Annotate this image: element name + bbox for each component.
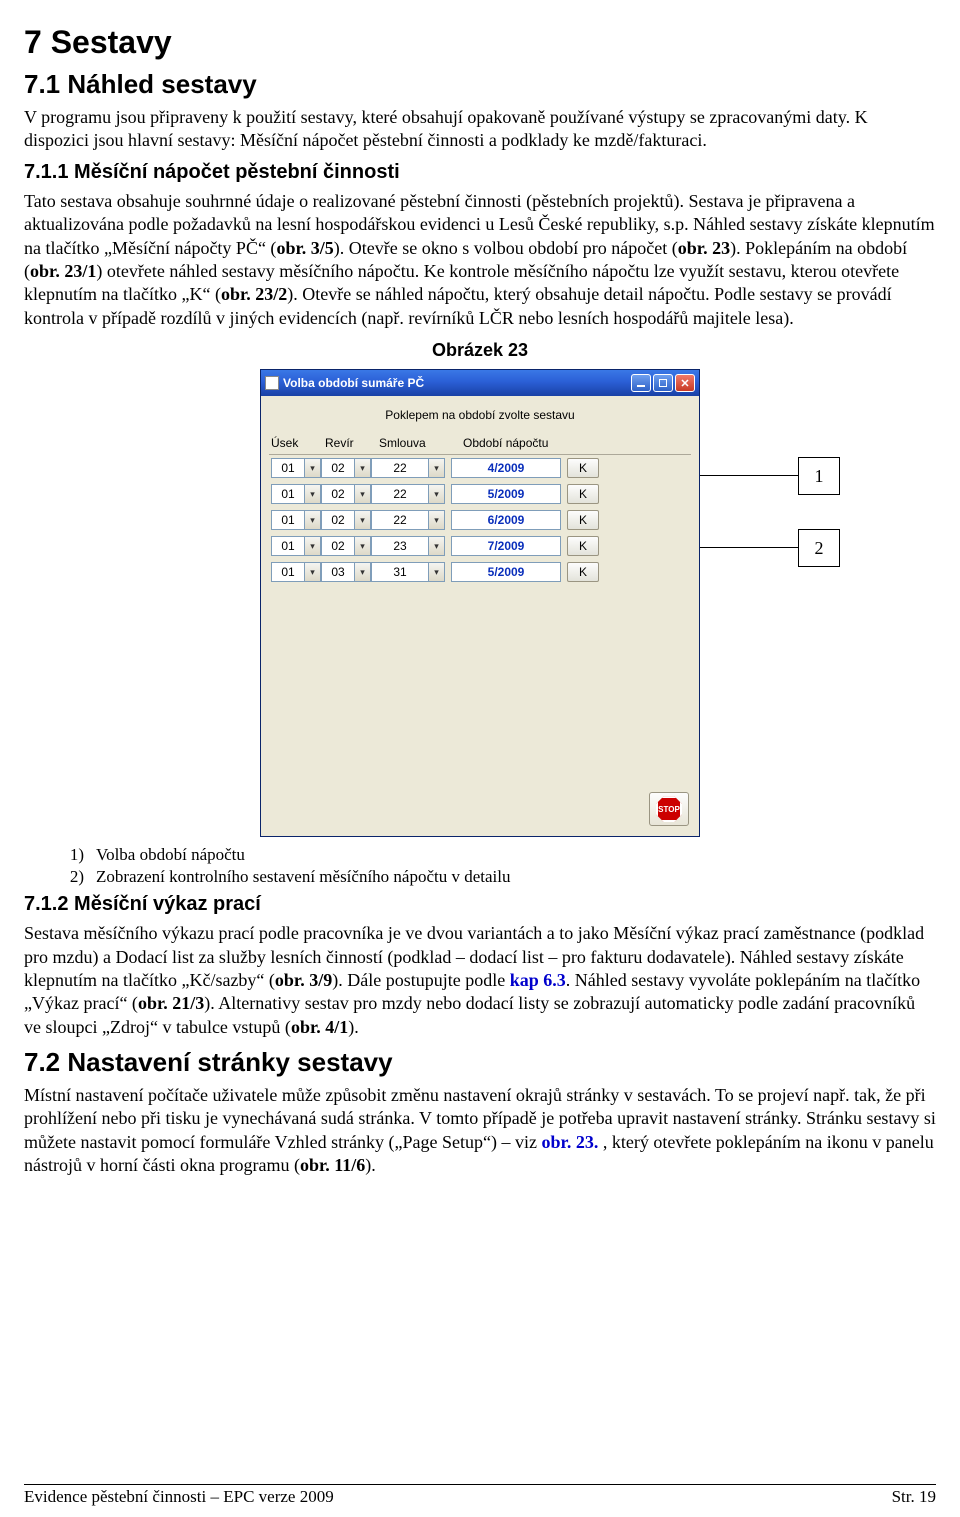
text: ). Dále postupujte podle (332, 970, 509, 990)
paragraph: Místní nastavení počítače uživatele může… (24, 1084, 936, 1178)
chevron-down-icon: ▾ (355, 536, 371, 556)
smlouva-dropdown[interactable]: 22▾ (371, 484, 445, 504)
chevron-down-icon: ▾ (305, 562, 321, 582)
ref-obr-11-6: obr. 11/6 (300, 1155, 365, 1175)
chevron-down-icon: ▾ (305, 510, 321, 530)
callout-line-1 (700, 475, 798, 476)
paragraph: V programu jsou připraveny k použití ses… (24, 106, 936, 153)
period-cell[interactable]: 6/2009 (451, 510, 561, 530)
page-footer: Evidence pěstební činnosti – EPC verze 2… (24, 1484, 936, 1507)
chevron-down-icon: ▾ (429, 562, 445, 582)
header-usek: Úsek (271, 436, 325, 450)
chevron-down-icon: ▾ (429, 510, 445, 530)
smlouva-dropdown[interactable]: 23▾ (371, 536, 445, 556)
dialog-window: Volba období sumáře PČ ✕ Poklepem na obd… (260, 369, 700, 837)
usek-dropdown[interactable]: 01▾ (271, 510, 321, 530)
header-revir: Revír (325, 436, 379, 450)
legend-num-2: 2) (60, 867, 84, 887)
callout-2: 2 (798, 529, 840, 567)
ref-obr-4-1: obr. 4/1 (291, 1017, 348, 1037)
ref-obr-3-5: obr. 3/5 (276, 238, 333, 258)
window-titlebar[interactable]: Volba období sumáře PČ ✕ (261, 370, 699, 396)
grid-headers: Úsek Revír Smlouva Období nápočtu (269, 436, 691, 455)
period-cell[interactable]: 7/2009 (451, 536, 561, 556)
minimize-button[interactable] (631, 374, 651, 392)
chevron-down-icon: ▾ (305, 536, 321, 556)
chevron-down-icon: ▾ (305, 458, 321, 478)
text: ). (365, 1155, 376, 1175)
ref-obr-3-9: obr. 3/9 (275, 970, 332, 990)
figure-caption: Obrázek 23 (24, 340, 936, 361)
figure-legend: 1) Volba období nápočtu 2) Zobrazení kon… (60, 845, 936, 887)
usek-dropdown[interactable]: 01▾ (271, 536, 321, 556)
chevron-down-icon: ▾ (355, 510, 371, 530)
heading-2: 7.1 Náhled sestavy (24, 69, 936, 100)
text: ). Otevře se okno s volbou období pro ná… (334, 238, 678, 258)
stop-button[interactable]: STOP (649, 792, 689, 826)
ref-obr-21-3: obr. 21/3 (138, 993, 204, 1013)
footer-right: Str. 19 (892, 1487, 936, 1507)
heading-2: 7.2 Nastavení stránky sestavy (24, 1047, 936, 1078)
k-button[interactable]: K (567, 458, 599, 478)
grid-row: 01▾02▾22▾ 6/2009 K (269, 507, 691, 533)
legend-text-2: Zobrazení kontrolního sestavení měsíčníh… (96, 867, 511, 887)
usek-dropdown[interactable]: 01▾ (271, 484, 321, 504)
heading-3: 7.1.2 Měsíční výkaz prací (24, 893, 936, 916)
legend-text-1: Volba období nápočtu (96, 845, 245, 865)
heading-1: 7 Sestavy (24, 24, 936, 61)
smlouva-dropdown[interactable]: 22▾ (371, 458, 445, 478)
stop-icon: STOP (656, 796, 682, 822)
grid-rows: 01▾02▾22▾4/2009K01▾02▾22▾5/2009K01▾02▾22… (269, 455, 691, 585)
revir-dropdown[interactable]: 03▾ (321, 562, 371, 582)
close-button[interactable]: ✕ (675, 374, 695, 392)
grid-row: 01▾02▾22▾ 5/2009 K (269, 481, 691, 507)
grid-row: 01▾02▾22▾ 4/2009 K (269, 455, 691, 481)
period-cell[interactable]: 4/2009 (451, 458, 561, 478)
callout-1: 1 (798, 457, 840, 495)
callout-line-2 (700, 547, 798, 548)
chevron-down-icon: ▾ (429, 536, 445, 556)
header-smlouva: Smlouva (379, 436, 457, 450)
revir-dropdown[interactable]: 02▾ (321, 458, 371, 478)
k-button[interactable]: K (567, 562, 599, 582)
chevron-down-icon: ▾ (355, 458, 371, 478)
k-button[interactable]: K (567, 510, 599, 530)
ref-kap-6-3[interactable]: kap 6.3 (510, 970, 566, 990)
chevron-down-icon: ▾ (355, 484, 371, 504)
window-icon (265, 376, 279, 390)
text: ). (348, 1017, 359, 1037)
grid-row: 01▾03▾31▾ 5/2009 K (269, 559, 691, 585)
heading-3: 7.1.1 Měsíční nápočet pěstební činnosti (24, 161, 936, 184)
window-title: Volba období sumáře PČ (265, 376, 631, 390)
revir-dropdown[interactable]: 02▾ (321, 536, 371, 556)
revir-dropdown[interactable]: 02▾ (321, 484, 371, 504)
usek-dropdown[interactable]: 01▾ (271, 458, 321, 478)
k-button[interactable]: K (567, 536, 599, 556)
k-button[interactable]: K (567, 484, 599, 504)
chevron-down-icon: ▾ (355, 562, 371, 582)
revir-dropdown[interactable]: 02▾ (321, 510, 371, 530)
maximize-button[interactable] (653, 374, 673, 392)
footer-left: Evidence pěstební činnosti – EPC verze 2… (24, 1487, 334, 1507)
header-obdobi: Období nápočtu (457, 436, 571, 450)
period-cell[interactable]: 5/2009 (451, 562, 561, 582)
paragraph: Tato sestava obsahuje souhrnné údaje o r… (24, 190, 936, 330)
ref-obr-23b[interactable]: obr. 23. (542, 1132, 599, 1152)
window-title-text: Volba období sumáře PČ (283, 376, 424, 390)
dialog-prompt: Poklepem na období zvolte sestavu (269, 402, 691, 436)
ref-obr-23: obr. 23 (678, 238, 730, 258)
paragraph: Sestava měsíčního výkazu prací podle pra… (24, 922, 936, 1039)
ref-obr-23-1: obr. 23/1 (30, 261, 96, 281)
legend-num-1: 1) (60, 845, 84, 865)
period-cell[interactable]: 5/2009 (451, 484, 561, 504)
chevron-down-icon: ▾ (429, 484, 445, 504)
chevron-down-icon: ▾ (305, 484, 321, 504)
ref-obr-23-2: obr. 23/2 (221, 284, 287, 304)
usek-dropdown[interactable]: 01▾ (271, 562, 321, 582)
grid-row: 01▾02▾23▾ 7/2009 K (269, 533, 691, 559)
smlouva-dropdown[interactable]: 22▾ (371, 510, 445, 530)
smlouva-dropdown[interactable]: 31▾ (371, 562, 445, 582)
chevron-down-icon: ▾ (429, 458, 445, 478)
